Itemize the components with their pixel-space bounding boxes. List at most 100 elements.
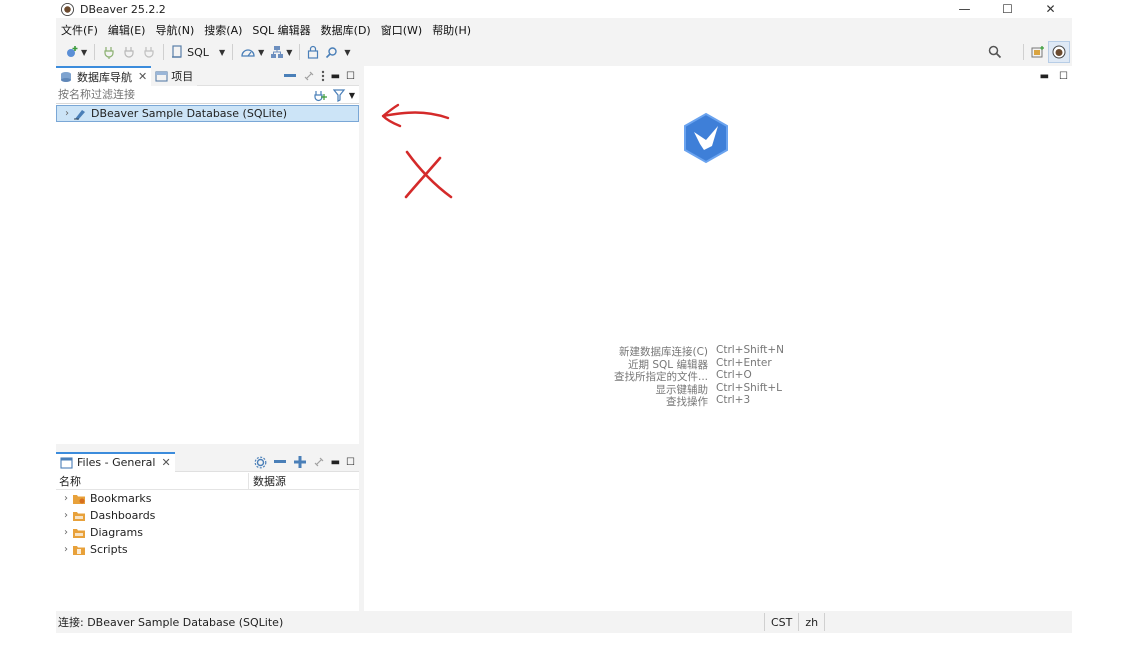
connection-filter-input[interactable] <box>58 88 298 101</box>
chevron-right-icon[interactable]: › <box>60 493 72 504</box>
chevron-right-icon[interactable]: › <box>61 108 73 119</box>
shortcut-row[interactable]: 查找操作 Ctrl+3 <box>364 394 1072 408</box>
tab-label: Files - General <box>77 456 156 469</box>
minimize-panel-button[interactable]: ▬ <box>331 457 340 468</box>
minimize-window-button[interactable]: — <box>943 0 986 18</box>
navigator-tools: ▬ ☐ <box>283 66 355 86</box>
search-icon <box>326 46 338 58</box>
collapse-all-button[interactable] <box>273 457 287 467</box>
open-perspective-button[interactable] <box>1028 41 1048 63</box>
sql-editor-button[interactable]: SQL ▼ <box>168 41 228 63</box>
chevron-down-icon: ▼ <box>286 47 293 57</box>
collapse-all-button[interactable] <box>283 71 297 81</box>
toolbar-separator <box>94 44 96 60</box>
tab-database-navigator[interactable]: 数据库导航 ✕ <box>56 65 152 86</box>
menu-window[interactable]: 窗口(W) <box>376 22 427 38</box>
column-name[interactable]: 名称 <box>56 472 249 489</box>
search-dropdown-button[interactable]: ▼ <box>322 41 353 63</box>
status-locale[interactable]: zh <box>798 613 824 631</box>
chevron-down-icon: ▼ <box>218 47 226 57</box>
filter-connected-button[interactable] <box>313 89 327 102</box>
link-icon <box>314 457 324 467</box>
link-icon <box>304 71 314 81</box>
shortcut-key: Ctrl+Enter <box>716 356 772 369</box>
shortcut-row[interactable]: 新建数据库连接(C) Ctrl+Shift+N <box>364 344 1072 358</box>
global-search-button[interactable] <box>985 41 1005 63</box>
disconnect-button[interactable] <box>119 41 139 63</box>
shortcut-row[interactable]: 查找所指定的文件... Ctrl+O <box>364 369 1072 384</box>
maximize-panel-button[interactable]: ☐ <box>346 71 355 82</box>
dbeaver-logo-icon <box>684 112 728 164</box>
menu-database[interactable]: 数据库(D) <box>316 22 376 38</box>
tab-files-general[interactable]: Files - General ✕ <box>56 451 175 472</box>
menu-file[interactable]: 文件(F) <box>56 22 103 38</box>
item-label: Dashboards <box>90 509 156 522</box>
view-menu-button[interactable] <box>321 70 325 82</box>
maximize-panel-button[interactable]: ☐ <box>346 457 355 468</box>
filter-settings-button[interactable]: ▼ <box>332 88 355 102</box>
perspective-icon <box>1031 46 1044 58</box>
list-item[interactable]: › Dashboards <box>56 507 359 524</box>
database-tree-icon <box>271 46 284 58</box>
shortcut-row[interactable]: 显示键辅助 Ctrl+Shift+L <box>364 382 1072 396</box>
files-tabbar: Files - General ✕ ▬ ☐ <box>56 451 359 472</box>
expand-all-icon <box>293 456 306 468</box>
chevron-right-icon[interactable]: › <box>60 510 72 521</box>
connect-button[interactable] <box>99 41 119 63</box>
connected-filter-icon <box>314 90 327 101</box>
minimize-panel-button[interactable]: ▬ <box>331 71 340 82</box>
shortcut-label: 近期 SQL 编辑器 <box>628 358 708 371</box>
editor-topbar: ▬ ☐ <box>364 66 1072 86</box>
tab-projects[interactable]: 项目 <box>151 65 198 86</box>
configure-button[interactable] <box>254 456 267 469</box>
lock-button[interactable] <box>304 41 322 63</box>
connection-filter-row: ▼ <box>56 86 359 104</box>
menu-edit[interactable]: 编辑(E) <box>103 22 151 38</box>
database-navigator-panel: 数据库导航 ✕ 项目 ▬ ☐ ▼ › D <box>56 65 359 444</box>
new-connection-button[interactable]: ▼ <box>62 41 90 63</box>
chevron-right-icon[interactable]: › <box>60 527 72 538</box>
connection-label: DBeaver Sample Database (SQLite) <box>91 107 288 120</box>
link-with-editor-button[interactable] <box>313 456 325 468</box>
menu-help[interactable]: 帮助(H) <box>427 22 476 38</box>
reconnect-icon <box>144 47 154 58</box>
bookmarks-folder-icon <box>72 493 86 505</box>
title-bar: DBeaver 25.2.2 — ☐ ✕ <box>56 0 1072 18</box>
maximize-window-button[interactable]: ☐ <box>986 0 1029 18</box>
chevron-right-icon[interactable]: › <box>60 544 72 555</box>
tab-label: 项目 <box>171 69 194 83</box>
menu-sql-editor[interactable]: SQL 编辑器 <box>247 22 315 38</box>
list-item[interactable]: › Diagrams <box>56 524 359 541</box>
dbeaver-perspective-button[interactable] <box>1048 41 1070 63</box>
more-vertical-icon <box>321 70 324 82</box>
menu-search[interactable]: 搜索(A) <box>199 22 247 38</box>
status-timezone[interactable]: CST <box>764 613 798 631</box>
invalidate-button[interactable] <box>139 41 159 63</box>
close-icon[interactable]: ✕ <box>138 70 147 83</box>
menu-navigate[interactable]: 导航(N) <box>150 22 199 38</box>
transaction-mode-button[interactable]: ▼ <box>237 41 267 63</box>
filter-icon <box>332 88 346 102</box>
maximize-editor-button[interactable]: ☐ <box>1059 71 1068 82</box>
dbeaver-app-icon <box>61 2 74 16</box>
navigator-tabbar: 数据库导航 ✕ 项目 ▬ ☐ <box>56 65 359 86</box>
minimize-editor-button[interactable]: ▬ <box>1040 71 1049 82</box>
link-with-editor-button[interactable] <box>303 70 315 82</box>
item-label: Scripts <box>90 543 128 556</box>
gear-icon <box>254 456 266 468</box>
dashboards-folder-icon <box>72 510 86 522</box>
list-item[interactable]: › Scripts <box>56 541 359 558</box>
commit-mode-button[interactable]: ▼ <box>267 41 295 63</box>
chevron-down-icon: ▼ <box>258 47 265 57</box>
files-column-header: 名称 数据源 <box>56 472 359 490</box>
list-item[interactable]: › Bookmarks <box>56 490 359 507</box>
connection-item[interactable]: › DBeaver Sample Database (SQLite) <box>56 105 359 122</box>
files-tools: ▬ ☐ <box>254 452 355 472</box>
search-icon <box>988 45 1002 59</box>
column-datasource[interactable]: 数据源 <box>249 473 286 489</box>
expand-all-button[interactable] <box>293 455 307 469</box>
shortcut-label: 查找所指定的文件... <box>613 371 708 384</box>
close-window-button[interactable]: ✕ <box>1029 0 1072 18</box>
close-icon[interactable]: ✕ <box>161 456 170 469</box>
shortcut-row[interactable]: 近期 SQL 编辑器 Ctrl+Enter <box>364 356 1072 371</box>
